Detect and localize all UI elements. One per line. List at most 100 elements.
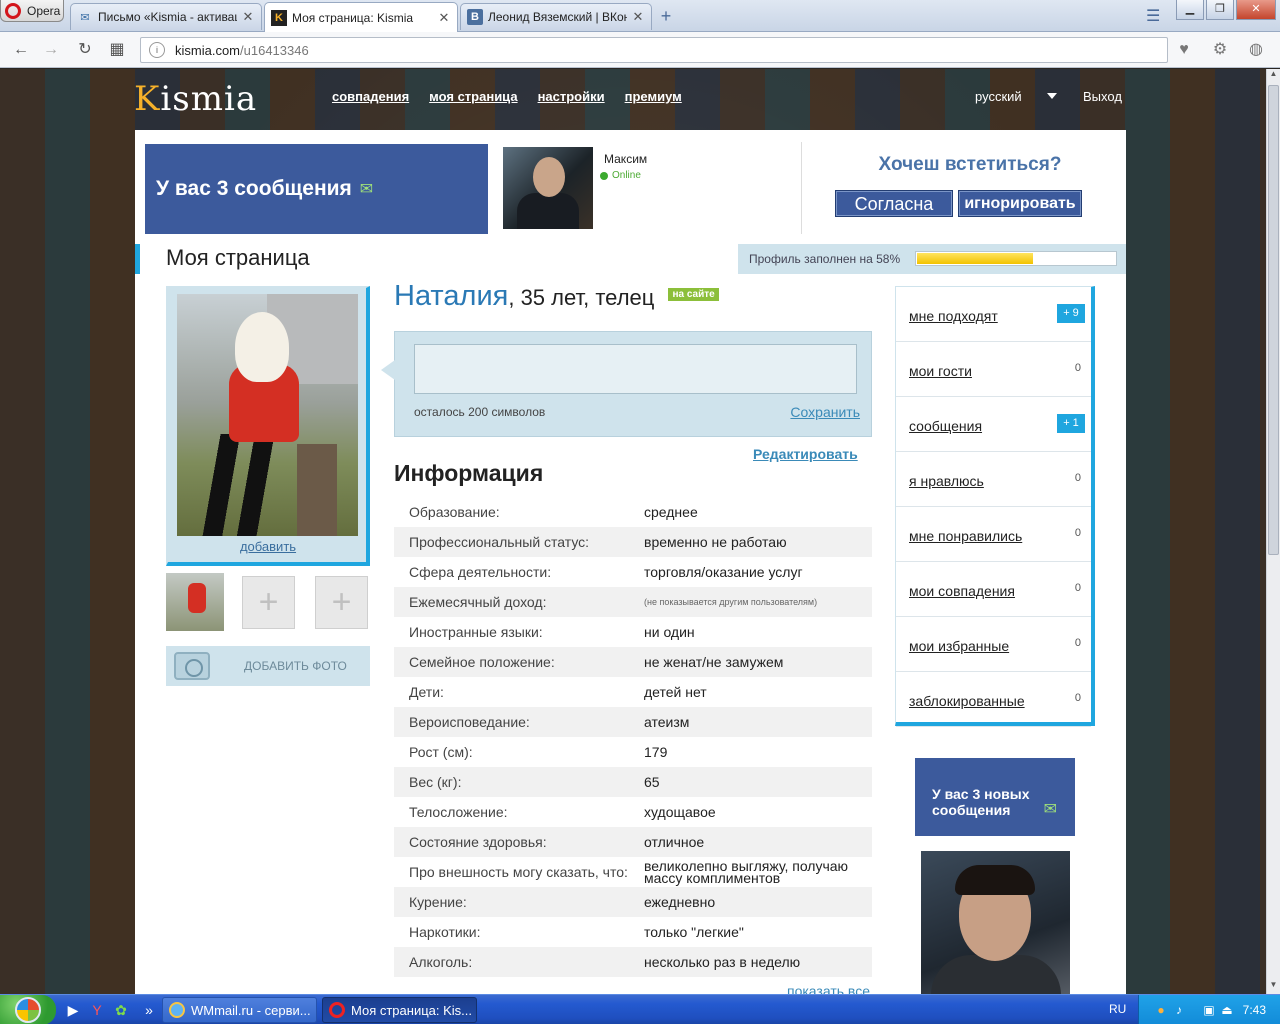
turbo-icon[interactable]: ⚙ — [1208, 39, 1232, 61]
sidebar-item[interactable]: сообщения + 1 — [896, 397, 1091, 452]
input-language[interactable]: RU — [1109, 1002, 1126, 1016]
sidebar-item[interactable]: я нравлюсь 0 — [896, 452, 1091, 507]
taskbar-button-wmmail[interactable]: WMmail.ru - серви... — [162, 997, 317, 1023]
nav-matches[interactable]: совпадения — [332, 89, 409, 104]
messages-banner[interactable]: У вас 3 сообщения ✉ — [145, 144, 488, 234]
sidebar-item-label[interactable]: я нравлюсь — [909, 473, 984, 489]
info-value: худощавое — [644, 804, 716, 820]
save-button[interactable]: Сохранить — [790, 404, 860, 420]
sidebar-item-label[interactable]: мне подходят — [909, 308, 998, 324]
url-field[interactable]: i kismia.com/u16413346 — [140, 37, 1168, 63]
speed-dial-icon[interactable]: ▦ — [106, 40, 128, 60]
sidebar-item[interactable]: мои избранные 0 — [896, 617, 1091, 672]
window-close-icon[interactable]: ✕ — [1236, 0, 1276, 20]
media-player-icon[interactable]: ▶ — [64, 1001, 82, 1019]
minimize-icon[interactable]: ▁ — [1176, 0, 1204, 20]
sidebar-item-label[interactable]: мои совпадения — [909, 583, 1015, 599]
show-all-link[interactable]: показать все — [787, 983, 870, 994]
profile-heading: Наталия, 35 лет, телец на сайте — [394, 280, 719, 313]
close-icon[interactable]: ✕ — [241, 9, 255, 25]
info-row: Профессиональный статус: временно не рабо… — [394, 527, 872, 557]
online-dot-icon — [600, 171, 608, 180]
close-icon[interactable]: ✕ — [631, 9, 645, 25]
taskbar-button-opera[interactable]: Моя страница: Kis... — [322, 997, 477, 1023]
opera-menu-button[interactable]: Opera — [0, 0, 64, 22]
reload-icon[interactable]: ↻ — [74, 40, 96, 60]
envelope-icon: ✉ — [1043, 801, 1057, 818]
forward-icon[interactable]: → — [40, 40, 62, 60]
sidebar-item[interactable]: мне понравились 0 — [896, 507, 1091, 562]
nav-premium[interactable]: премиум — [625, 89, 682, 104]
add-photo-link[interactable]: добавить — [168, 539, 368, 554]
info-row: Образование: среднее — [394, 497, 872, 527]
profile-photo[interactable] — [177, 294, 358, 536]
sidebar-item-label[interactable]: сообщения — [909, 418, 982, 434]
logout-link[interactable]: Выход — [1083, 89, 1122, 104]
page-scrollbar[interactable]: ▲ ▼ — [1266, 69, 1280, 994]
profile-progress: Профиль заполнен на 58% — [738, 244, 1126, 274]
agree-button[interactable]: Согласна — [835, 190, 953, 217]
tab-mail[interactable]: ✉ Письмо «Kismia - активац ✕ — [70, 3, 262, 30]
sidebar-item[interactable]: мои совпадения 0 — [896, 562, 1091, 617]
info-value: ежедневно — [644, 894, 716, 910]
main-photo-card: добавить — [166, 286, 370, 566]
online-status: Online — [600, 170, 641, 181]
scroll-down-icon[interactable]: ▼ — [1267, 980, 1280, 994]
site-info-icon[interactable]: i — [149, 42, 165, 58]
url-path: /u16413346 — [240, 42, 309, 58]
sidebar-item[interactable]: мои гости 0 — [896, 342, 1091, 397]
start-button[interactable] — [0, 995, 56, 1024]
sidebar-item[interactable]: мне подходят + 9 — [896, 287, 1091, 342]
tab-kismia[interactable]: K Моя страница: Kismia ✕ — [264, 2, 458, 32]
icq-icon[interactable]: ✿ — [112, 1001, 130, 1019]
restore-icon[interactable]: ❐ — [1206, 0, 1234, 20]
yandex-icon[interactable]: Y — [88, 1001, 106, 1019]
new-tab-icon[interactable]: + — [656, 6, 676, 26]
tab-title: Леонид Вяземский | ВКон — [488, 10, 627, 24]
status-input[interactable] — [414, 344, 857, 394]
ignore-button[interactable]: игнорировать — [958, 190, 1082, 217]
sidebar-item-label[interactable]: мои избранные — [909, 638, 1009, 654]
sidebar-item[interactable]: заблокированные 0 — [896, 672, 1091, 727]
quick-launch-more-icon[interactable]: » — [140, 1001, 158, 1019]
info-key: Рост (см): — [409, 744, 473, 760]
volume-icon[interactable]: ♪ — [1171, 1002, 1187, 1018]
sidebar-item-label[interactable]: заблокированные — [909, 693, 1025, 709]
info-value: 179 — [644, 744, 668, 760]
url-host: kismia.com — [175, 42, 241, 58]
account-icon[interactable]: ◍ — [1244, 39, 1268, 61]
empty-photo-slot[interactable]: + — [315, 576, 368, 629]
add-photo-button[interactable]: ДОБАВИТЬ ФОТО — [166, 646, 370, 686]
browser-tab-bar: Opera ✉ Письмо «Kismia - активац ✕ K Моя… — [0, 0, 1280, 32]
info-row: Ежемесячный доход: (не показывается други… — [394, 587, 872, 617]
suggested-user-photo[interactable] — [921, 851, 1070, 994]
kismia-logo[interactable]: Kismia — [134, 79, 257, 119]
nav-settings[interactable]: настройки — [538, 89, 605, 104]
new-messages-banner[interactable]: У вас 3 новых сообщения ✉ — [915, 758, 1075, 836]
info-key: Курение: — [409, 894, 467, 910]
empty-photo-slot[interactable]: + — [242, 576, 295, 629]
network-icon[interactable]: ▣ — [1201, 1002, 1217, 1018]
banner-user-name[interactable]: Максим — [604, 152, 647, 166]
back-icon[interactable]: ← — [10, 40, 32, 60]
sidebar-item-label[interactable]: мне понравились — [909, 528, 1022, 544]
tab-vk[interactable]: B Леонид Вяземский | ВКон ✕ — [460, 3, 652, 30]
heart-icon[interactable]: ♥ — [1172, 39, 1196, 61]
taskbar-button-title: Моя страница: Kis... — [351, 1002, 473, 1018]
scroll-thumb[interactable] — [1268, 85, 1279, 555]
info-key: Наркотики: — [409, 924, 481, 940]
avatar[interactable] — [503, 147, 593, 229]
tab-menu-icon[interactable]: ☰ — [1146, 6, 1164, 25]
info-row: Семейное положение: не женат/не замужем — [394, 647, 872, 677]
close-icon[interactable]: ✕ — [437, 10, 451, 26]
photo-thumbnail[interactable] — [166, 573, 224, 631]
tray-app-icon[interactable]: ● — [1153, 1002, 1169, 1018]
language-select[interactable]: русский — [975, 89, 1065, 104]
safely-remove-icon[interactable]: ⏏ — [1219, 1002, 1235, 1018]
clock[interactable]: 7:43 — [1243, 1003, 1266, 1017]
messages-banner-text: У вас 3 сообщения — [156, 177, 352, 200]
nav-my-page[interactable]: моя страница — [429, 89, 517, 104]
scroll-up-icon[interactable]: ▲ — [1267, 69, 1280, 83]
edit-link[interactable]: Редактировать — [753, 446, 858, 462]
sidebar-item-label[interactable]: мои гости — [909, 363, 972, 379]
